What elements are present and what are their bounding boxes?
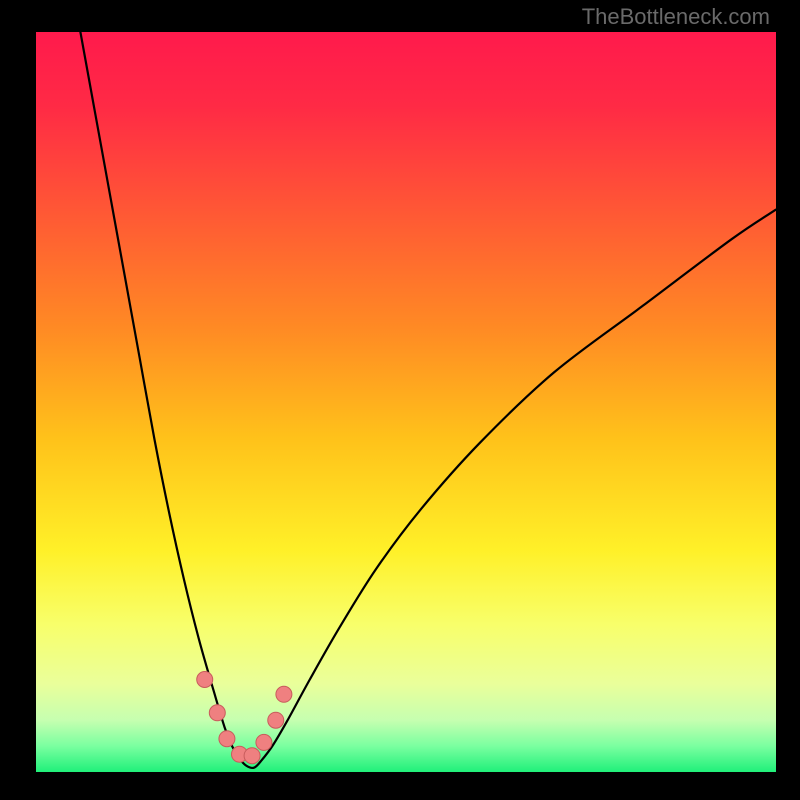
marker-dot	[276, 686, 292, 702]
marker-dot	[209, 705, 225, 721]
marker-dot	[256, 734, 272, 750]
marker-dot	[219, 731, 235, 747]
watermark-text: TheBottleneck.com	[582, 4, 770, 30]
plot-area	[36, 32, 776, 772]
marker-dot	[244, 748, 260, 764]
marker-dot	[268, 712, 284, 728]
marker-dot	[197, 672, 213, 688]
chart-svg	[36, 32, 776, 772]
